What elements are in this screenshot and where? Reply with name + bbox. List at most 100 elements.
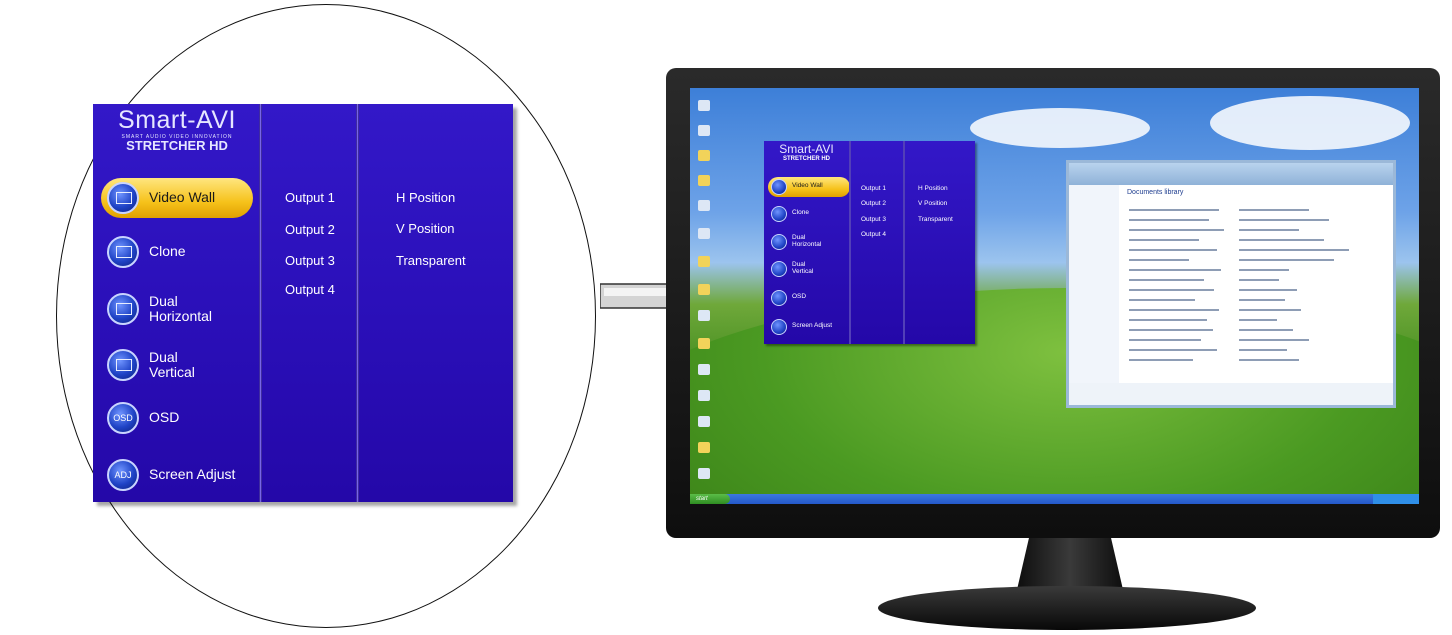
output-option-2[interactable]: Output 2: [861, 200, 886, 207]
file-list-row[interactable]: [1239, 269, 1289, 271]
explorer-sidebar[interactable]: [1069, 185, 1119, 385]
menu-item-osd[interactable]: OSD OSD: [105, 400, 261, 438]
output-option-3[interactable]: Output 3: [285, 253, 335, 268]
explorer-status-bar: [1069, 383, 1393, 405]
menu-item-screen-adjust[interactable]: ADJ Screen Adjust: [105, 457, 261, 495]
explorer-title: Documents library: [1127, 189, 1184, 196]
file-list-row[interactable]: [1129, 259, 1189, 261]
file-list-row[interactable]: [1239, 359, 1299, 361]
menu-item-label: OSD: [149, 409, 180, 425]
file-list-row[interactable]: [1129, 339, 1201, 341]
file-list-row[interactable]: [1129, 269, 1221, 271]
file-list-row[interactable]: [1239, 299, 1285, 301]
file-list-row[interactable]: [1129, 309, 1219, 311]
dual-horizontal-icon: [771, 234, 787, 250]
setting-transparent[interactable]: Transparent: [396, 253, 466, 268]
file-list-row[interactable]: [1129, 239, 1199, 241]
folder-icon[interactable]: [698, 256, 710, 267]
clone-icon: [771, 206, 787, 222]
file-list-row[interactable]: [1129, 219, 1209, 221]
video-wall-icon: [107, 182, 139, 214]
file-list-row[interactable]: [1129, 289, 1214, 291]
setting-h-position[interactable]: H Position: [918, 185, 948, 192]
dual-horizontal-icon: [107, 293, 139, 325]
desktop-icon[interactable]: [698, 390, 710, 401]
menu-item-clone[interactable]: Clone: [770, 205, 849, 225]
menu-item-dual-vertical[interactable]: Dual Vertical: [770, 260, 849, 280]
file-list-row[interactable]: [1239, 239, 1324, 241]
file-list-row[interactable]: [1129, 299, 1195, 301]
output-option-4[interactable]: Output 4: [285, 282, 335, 297]
menu-item-dual-horizontal[interactable]: Dual Horizontal: [105, 291, 261, 329]
menu-item-video-wall[interactable]: Video Wall: [101, 178, 261, 218]
file-list-row[interactable]: [1129, 319, 1207, 321]
file-list-row[interactable]: [1239, 349, 1287, 351]
file-list-row[interactable]: [1239, 319, 1277, 321]
file-list-row[interactable]: [1129, 279, 1204, 281]
desktop-icon[interactable]: [698, 100, 710, 111]
explorer-toolbar[interactable]: [1069, 163, 1393, 185]
menu-item-label: Video Wall: [149, 189, 216, 205]
settings-column: H Position V Position Transparent: [356, 104, 513, 502]
output-option-1[interactable]: Output 1: [861, 185, 886, 192]
file-list-row[interactable]: [1239, 229, 1299, 231]
menu-item-dual-vertical[interactable]: Dual Vertical: [105, 347, 261, 385]
menu-item-video-wall[interactable]: Video Wall: [768, 177, 850, 198]
osd-menu-on-screen: Smart-AVI STRETCHER HD Video Wall Clone …: [764, 141, 975, 344]
file-list-row[interactable]: [1239, 309, 1301, 311]
dual-vertical-icon: [771, 261, 787, 277]
folder-icon[interactable]: [698, 284, 710, 295]
file-list-row[interactable]: [1129, 329, 1213, 331]
file-list-row[interactable]: [1129, 349, 1217, 351]
menu-item-screen-adjust[interactable]: Screen Adjust: [770, 318, 849, 338]
file-list-row[interactable]: [1239, 289, 1297, 291]
taskbar: start: [690, 494, 1419, 504]
start-button[interactable]: start: [690, 494, 730, 504]
file-list-row[interactable]: [1129, 209, 1219, 211]
clone-icon: [107, 236, 139, 268]
desktop-icon[interactable]: [698, 364, 710, 375]
file-list-row[interactable]: [1239, 279, 1279, 281]
folder-icon[interactable]: [698, 150, 710, 161]
file-list-row[interactable]: [1129, 229, 1224, 231]
desktop-icon[interactable]: [698, 416, 710, 427]
file-list-row[interactable]: [1129, 359, 1193, 361]
menu-item-label: Video Wall: [792, 182, 823, 189]
osd-product-name: STRETCHER HD: [126, 138, 228, 153]
setting-v-position[interactable]: V Position: [396, 221, 455, 236]
video-wall-icon: [771, 179, 787, 195]
folder-icon[interactable]: [698, 338, 710, 349]
file-list-row[interactable]: [1239, 209, 1309, 211]
desktop-icon[interactable]: [698, 200, 710, 211]
osd-icon: [771, 290, 787, 306]
folder-icon[interactable]: [698, 442, 710, 453]
setting-h-position[interactable]: H Position: [396, 190, 455, 205]
desktop-icon[interactable]: [698, 228, 710, 239]
output-option-3[interactable]: Output 3: [861, 216, 886, 223]
file-list-row[interactable]: [1239, 329, 1293, 331]
file-list-row[interactable]: [1239, 219, 1329, 221]
menu-item-label: Screen Adjust: [149, 466, 236, 482]
file-list-row[interactable]: [1239, 249, 1349, 251]
menu-item-clone[interactable]: Clone: [105, 234, 261, 272]
desktop-icon[interactable]: [698, 310, 710, 321]
folder-icon[interactable]: [698, 175, 710, 186]
sky-cloud: [970, 108, 1150, 148]
desktop-icon[interactable]: [698, 468, 710, 479]
output-option-4[interactable]: Output 4: [861, 231, 886, 238]
explorer-window[interactable]: Documents library: [1066, 160, 1396, 408]
menu-item-label: Clone: [792, 209, 809, 216]
system-tray[interactable]: [1373, 494, 1419, 504]
file-list-row[interactable]: [1239, 339, 1309, 341]
setting-transparent[interactable]: Transparent: [918, 216, 953, 223]
menu-item-osd[interactable]: OSD: [770, 289, 849, 309]
menu-item-label: OSD: [792, 293, 807, 300]
file-list-row[interactable]: [1129, 249, 1217, 251]
output-option-1[interactable]: Output 1: [285, 190, 335, 205]
output-option-2[interactable]: Output 2: [285, 222, 335, 237]
osd-brand: Smart-AVI: [779, 142, 834, 156]
desktop-icon[interactable]: [698, 125, 710, 136]
menu-item-dual-horizontal[interactable]: Dual Horizontal: [770, 233, 849, 253]
setting-v-position[interactable]: V Position: [918, 200, 947, 207]
file-list-row[interactable]: [1239, 259, 1334, 261]
